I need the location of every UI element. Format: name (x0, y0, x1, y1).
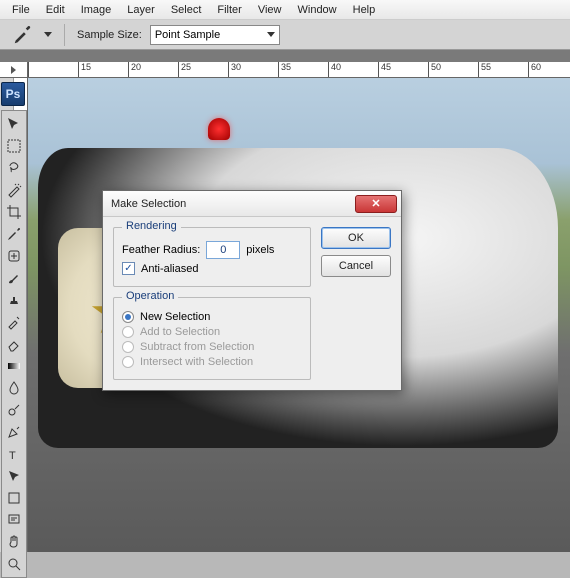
option-label: Add to Selection (140, 326, 220, 338)
ruler-tick: 30 (228, 62, 278, 77)
radio-new-selection[interactable] (122, 311, 134, 323)
menu-filter[interactable]: Filter (209, 2, 249, 18)
ruler-tick: 20 (128, 62, 178, 77)
rendering-group: Rendering Feather Radius: pixels ✓ Anti-… (113, 227, 311, 287)
ruler-tick: 40 (328, 62, 378, 77)
menu-image[interactable]: Image (73, 2, 120, 18)
photoshop-logo-icon: Ps (1, 82, 25, 106)
photo-detail (208, 118, 230, 140)
ruler-tick (28, 62, 78, 77)
menu-bar: File Edit Image Layer Select Filter View… (0, 0, 570, 20)
tool-preset-dropdown-icon[interactable] (44, 32, 52, 37)
menu-window[interactable]: Window (290, 2, 345, 18)
ruler-tick: 50 (428, 62, 478, 77)
arrow-icon (11, 66, 16, 74)
sample-size-value: Point Sample (155, 29, 220, 41)
feather-radius-units: pixels (246, 244, 274, 256)
horizontal-ruler: 15 20 25 30 35 40 45 50 55 60 65 (28, 62, 570, 78)
options-bar: Sample Size: Point Sample (0, 20, 570, 50)
menu-select[interactable]: Select (163, 2, 210, 18)
eyedropper-tool[interactable] (3, 224, 25, 244)
clone-stamp-tool[interactable] (3, 290, 25, 310)
chevron-down-icon (267, 32, 275, 37)
ruler-origin[interactable] (0, 62, 28, 78)
menu-view[interactable]: View (250, 2, 290, 18)
history-brush-tool[interactable] (3, 312, 25, 332)
ruler-tick: 15 (78, 62, 128, 77)
eyedropper-icon[interactable] (12, 24, 34, 46)
sample-size-dropdown[interactable]: Point Sample (150, 25, 280, 45)
option-label: Intersect with Selection (140, 356, 253, 368)
type-tool[interactable]: T (3, 444, 25, 464)
feather-radius-label: Feather Radius: (122, 244, 200, 256)
rendering-legend: Rendering (122, 220, 181, 232)
marquee-tool[interactable] (3, 136, 25, 156)
gradient-tool[interactable] (3, 356, 25, 376)
ruler-tick: 60 (528, 62, 570, 77)
healing-brush-tool[interactable] (3, 246, 25, 266)
anti-aliased-label: Anti-aliased (141, 263, 198, 275)
eraser-tool[interactable] (3, 334, 25, 354)
lasso-tool[interactable] (3, 158, 25, 178)
pen-tool[interactable] (3, 422, 25, 442)
blur-tool[interactable] (3, 378, 25, 398)
radio-subtract-from-selection (122, 341, 134, 353)
menu-layer[interactable]: Layer (119, 2, 163, 18)
ruler-tick: 45 (378, 62, 428, 77)
zoom-tool[interactable] (3, 554, 25, 574)
cancel-button[interactable]: Cancel (321, 255, 391, 277)
tools-palette: T (1, 110, 27, 578)
hand-tool[interactable] (3, 532, 25, 552)
dialog-titlebar[interactable]: Make Selection ✕ (103, 191, 401, 217)
close-button[interactable]: ✕ (355, 195, 397, 213)
document-tab-strip (0, 50, 570, 62)
option-label: Subtract from Selection (140, 341, 254, 353)
separator (64, 24, 65, 46)
ruler-tick: 25 (178, 62, 228, 77)
radio-intersect-with-selection (122, 356, 134, 368)
move-tool[interactable] (3, 114, 25, 134)
operation-group: Operation New Selection Add to Selection… (113, 297, 311, 380)
sample-size-label: Sample Size: (77, 29, 142, 41)
anti-aliased-checkbox[interactable]: ✓ (122, 262, 135, 275)
dodge-tool[interactable] (3, 400, 25, 420)
svg-text:T: T (9, 450, 16, 462)
notes-tool[interactable] (3, 510, 25, 530)
path-selection-tool[interactable] (3, 466, 25, 486)
menu-file[interactable]: File (4, 2, 38, 18)
ruler-tick: 55 (478, 62, 528, 77)
wand-tool[interactable] (3, 180, 25, 200)
ok-button[interactable]: OK (321, 227, 391, 249)
dialog-title: Make Selection (111, 198, 186, 210)
feather-radius-input[interactable] (206, 241, 240, 259)
menu-edit[interactable]: Edit (38, 2, 73, 18)
option-label: New Selection (140, 311, 210, 323)
make-selection-dialog: Make Selection ✕ Rendering Feather Radiu… (102, 190, 402, 391)
radio-add-to-selection (122, 326, 134, 338)
menu-help[interactable]: Help (345, 2, 384, 18)
operation-legend: Operation (122, 290, 178, 302)
ruler-tick: 35 (278, 62, 328, 77)
close-icon: ✕ (371, 197, 380, 210)
crop-tool[interactable] (3, 202, 25, 222)
brush-tool[interactable] (3, 268, 25, 288)
shape-tool[interactable] (3, 488, 25, 508)
